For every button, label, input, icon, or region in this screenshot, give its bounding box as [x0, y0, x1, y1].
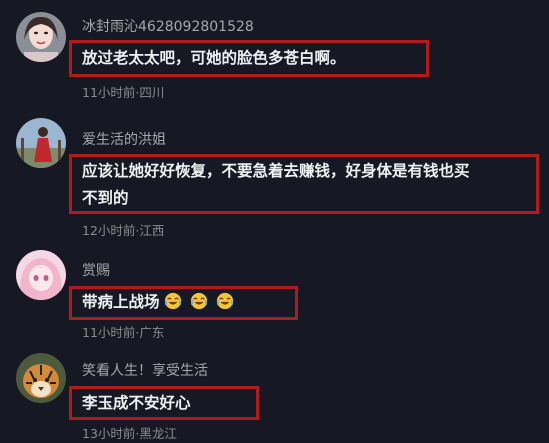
comment-meta: 13小时前·黑龙江	[82, 426, 177, 441]
comment-text-line: 应该让她好好恢复，不要急着去赚钱，好身体是有钱也买	[82, 162, 470, 180]
laugh-cry-emoji-icon	[190, 292, 207, 310]
avatar[interactable]	[16, 250, 66, 300]
comment-item: 笑看人生！享受生活 李玉成不安好心 13小时前·黑龙江	[0, 0, 549, 441]
username[interactable]: 笑看人生！享受生活	[82, 360, 208, 380]
username[interactable]: 爱生活的洪姐	[82, 129, 166, 149]
comment-meta: 12小时前·江西	[82, 223, 165, 238]
tiger-avatar-icon	[16, 353, 66, 403]
anime-girl-avatar-icon	[16, 250, 66, 300]
comment-text: 带病上战场	[82, 290, 234, 315]
username[interactable]: 赏赐	[82, 260, 110, 280]
avatar[interactable]	[16, 118, 66, 168]
comment-text-content: 带病上战场	[82, 293, 160, 311]
laugh-cry-emoji-icon	[164, 292, 181, 310]
comment-text: 李玉成不安好心	[82, 394, 191, 412]
laugh-cry-emoji-icon	[216, 292, 233, 310]
woman-red-dress-avatar-icon	[16, 118, 66, 168]
comment-text-line: 不到的	[82, 189, 129, 207]
comment-meta: 11小时前·广东	[82, 325, 165, 340]
avatar[interactable]	[16, 353, 66, 403]
